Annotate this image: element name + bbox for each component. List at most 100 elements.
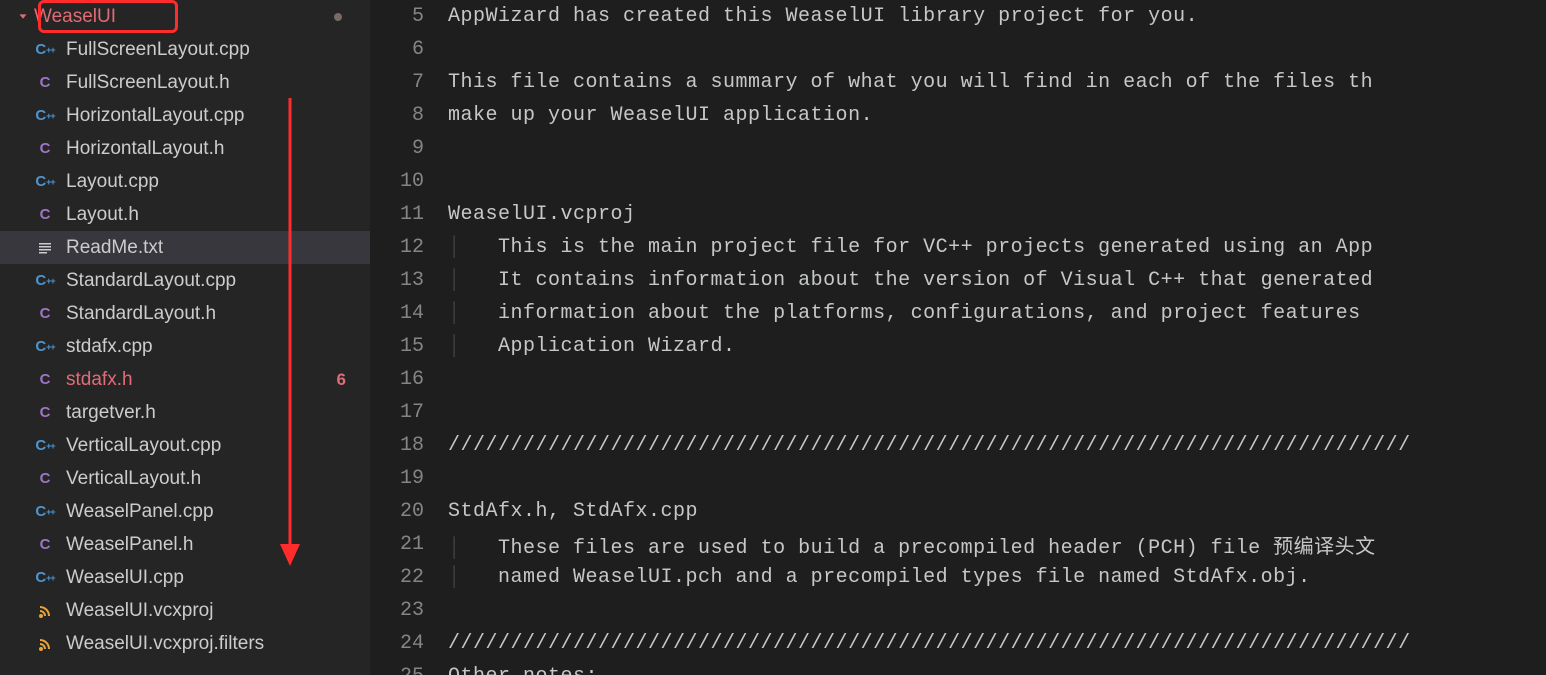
line-content: │ It contains information about the vers… <box>448 269 1546 292</box>
file-row[interactable]: C++WeaselUI.cpp <box>0 561 370 594</box>
line-number: 23 <box>370 599 448 622</box>
line-number: 6 <box>370 38 448 61</box>
file-row[interactable]: C++ Layout.cpp <box>0 165 370 198</box>
editor-line[interactable]: 11WeaselUI.vcproj <box>370 198 1546 231</box>
file-name-label: HorizontalLayout.cpp <box>66 105 245 127</box>
text-editor[interactable]: 5AppWizard has created this WeaselUI lib… <box>370 0 1546 675</box>
file-name-label: targetver.h <box>66 402 156 424</box>
cpp-file-icon: C++ <box>34 171 56 193</box>
line-number: 14 <box>370 302 448 325</box>
file-name-label: ReadMe.txt <box>66 237 163 259</box>
line-number: 22 <box>370 566 448 589</box>
file-explorer: WeaselUI C++FullScreenLayout.cppCFullScr… <box>0 0 370 675</box>
editor-line[interactable]: 13│ It contains information about the ve… <box>370 264 1546 297</box>
editor-line[interactable]: 8make up your WeaselUI application. <box>370 99 1546 132</box>
line-number: 16 <box>370 368 448 391</box>
editor-line[interactable]: 25Other notes: <box>370 660 1546 675</box>
file-name-label: Layout.h <box>66 204 139 226</box>
line-content: AppWizard has created this WeaselUI libr… <box>448 5 1546 28</box>
editor-line[interactable]: 6 <box>370 33 1546 66</box>
editor-line[interactable]: 17 <box>370 396 1546 429</box>
file-row[interactable]: C Layout.h <box>0 198 370 231</box>
line-number: 17 <box>370 401 448 424</box>
header-file-icon: C <box>34 72 56 94</box>
editor-line[interactable]: 7This file contains a summary of what yo… <box>370 66 1546 99</box>
editor-line[interactable]: 18//////////////////////////////////////… <box>370 429 1546 462</box>
file-name-label: WeaselUI.vcxproj.filters <box>66 633 264 655</box>
header-file-icon: C <box>34 369 56 391</box>
editor-line[interactable]: 15│ Application Wizard. <box>370 330 1546 363</box>
editor-line[interactable]: 9 <box>370 132 1546 165</box>
editor-line[interactable]: 12│ This is the main project file for VC… <box>370 231 1546 264</box>
file-row[interactable]: CHorizontalLayout.h <box>0 132 370 165</box>
folder-row[interactable]: WeaselUI <box>0 0 370 33</box>
folder-name: WeaselUI <box>34 6 116 28</box>
line-number: 20 <box>370 500 448 523</box>
line-number: 5 <box>370 5 448 28</box>
file-name-label: WeaselUI.cpp <box>66 567 184 589</box>
editor-line[interactable]: 20StdAfx.h, StdAfx.cpp <box>370 495 1546 528</box>
line-number: 8 <box>370 104 448 127</box>
line-content: StdAfx.h, StdAfx.cpp <box>448 500 1546 523</box>
header-file-icon: C <box>34 204 56 226</box>
line-content: WeaselUI.vcproj <box>448 203 1546 226</box>
file-row[interactable]: C++HorizontalLayout.cpp <box>0 99 370 132</box>
line-content: │ information about the platforms, confi… <box>448 302 1546 325</box>
line-number: 25 <box>370 665 448 675</box>
line-number: 9 <box>370 137 448 160</box>
line-number: 19 <box>370 467 448 490</box>
project-file-icon <box>34 600 56 622</box>
line-number: 10 <box>370 170 448 193</box>
file-name-label: WeaselPanel.h <box>66 534 193 556</box>
line-number: 7 <box>370 71 448 94</box>
file-name-label: Layout.cpp <box>66 171 159 193</box>
problems-badge: 6 <box>337 370 346 390</box>
file-row[interactable]: CFullScreenLayout.h <box>0 66 370 99</box>
file-row[interactable]: WeaselUI.vcxproj.filters <box>0 627 370 660</box>
header-file-icon: C <box>34 468 56 490</box>
cpp-file-icon: C++ <box>34 501 56 523</box>
line-content: ////////////////////////////////////////… <box>448 434 1546 457</box>
file-row[interactable]: C++ WeaselPanel.cpp <box>0 495 370 528</box>
chevron-down-icon <box>16 10 30 24</box>
line-number: 15 <box>370 335 448 358</box>
editor-line[interactable]: 22│ named WeaselUI.pch and a precompiled… <box>370 561 1546 594</box>
editor-line[interactable]: 14│ information about the platforms, con… <box>370 297 1546 330</box>
line-content: │ These files are used to build a precom… <box>448 530 1546 560</box>
file-row[interactable]: WeaselUI.vcxproj <box>0 594 370 627</box>
file-row[interactable]: ReadMe.txt <box>0 231 370 264</box>
text-file-icon <box>34 237 56 259</box>
file-name-label: stdafx.cpp <box>66 336 153 358</box>
editor-line[interactable]: 21│ These files are used to build a prec… <box>370 528 1546 561</box>
editor-line[interactable]: 16 <box>370 363 1546 396</box>
file-row[interactable]: CWeaselPanel.h <box>0 528 370 561</box>
file-row[interactable]: CVerticalLayout.h <box>0 462 370 495</box>
editor-line[interactable]: 5AppWizard has created this WeaselUI lib… <box>370 0 1546 33</box>
header-file-icon: C <box>34 303 56 325</box>
file-name-label: FullScreenLayout.cpp <box>66 39 250 61</box>
file-row[interactable]: C++stdafx.cpp <box>0 330 370 363</box>
file-name-label: HorizontalLayout.h <box>66 138 224 160</box>
line-content: This file contains a summary of what you… <box>448 71 1546 94</box>
editor-line[interactable]: 24//////////////////////////////////////… <box>370 627 1546 660</box>
line-number: 18 <box>370 434 448 457</box>
file-name-label: VerticalLayout.cpp <box>66 435 221 457</box>
file-row[interactable]: Cstdafx.h6 <box>0 363 370 396</box>
editor-line[interactable]: 19 <box>370 462 1546 495</box>
line-number: 21 <box>370 533 448 556</box>
editor-line[interactable]: 10 <box>370 165 1546 198</box>
file-name-label: StandardLayout.h <box>66 303 216 325</box>
file-row[interactable]: C++StandardLayout.cpp <box>0 264 370 297</box>
line-number: 13 <box>370 269 448 292</box>
file-row[interactable]: C++FullScreenLayout.cpp <box>0 33 370 66</box>
modified-dot-icon <box>334 13 342 21</box>
file-row[interactable]: Ctargetver.h <box>0 396 370 429</box>
line-content: │ named WeaselUI.pch and a precompiled t… <box>448 566 1546 589</box>
editor-line[interactable]: 23 <box>370 594 1546 627</box>
header-file-icon: C <box>34 402 56 424</box>
file-name-label: WeaselPanel.cpp <box>66 501 214 523</box>
line-content: │ Application Wizard. <box>448 335 1546 358</box>
file-row[interactable]: C StandardLayout.h <box>0 297 370 330</box>
file-row[interactable]: C++VerticalLayout.cpp <box>0 429 370 462</box>
file-name-label: WeaselUI.vcxproj <box>66 600 213 622</box>
